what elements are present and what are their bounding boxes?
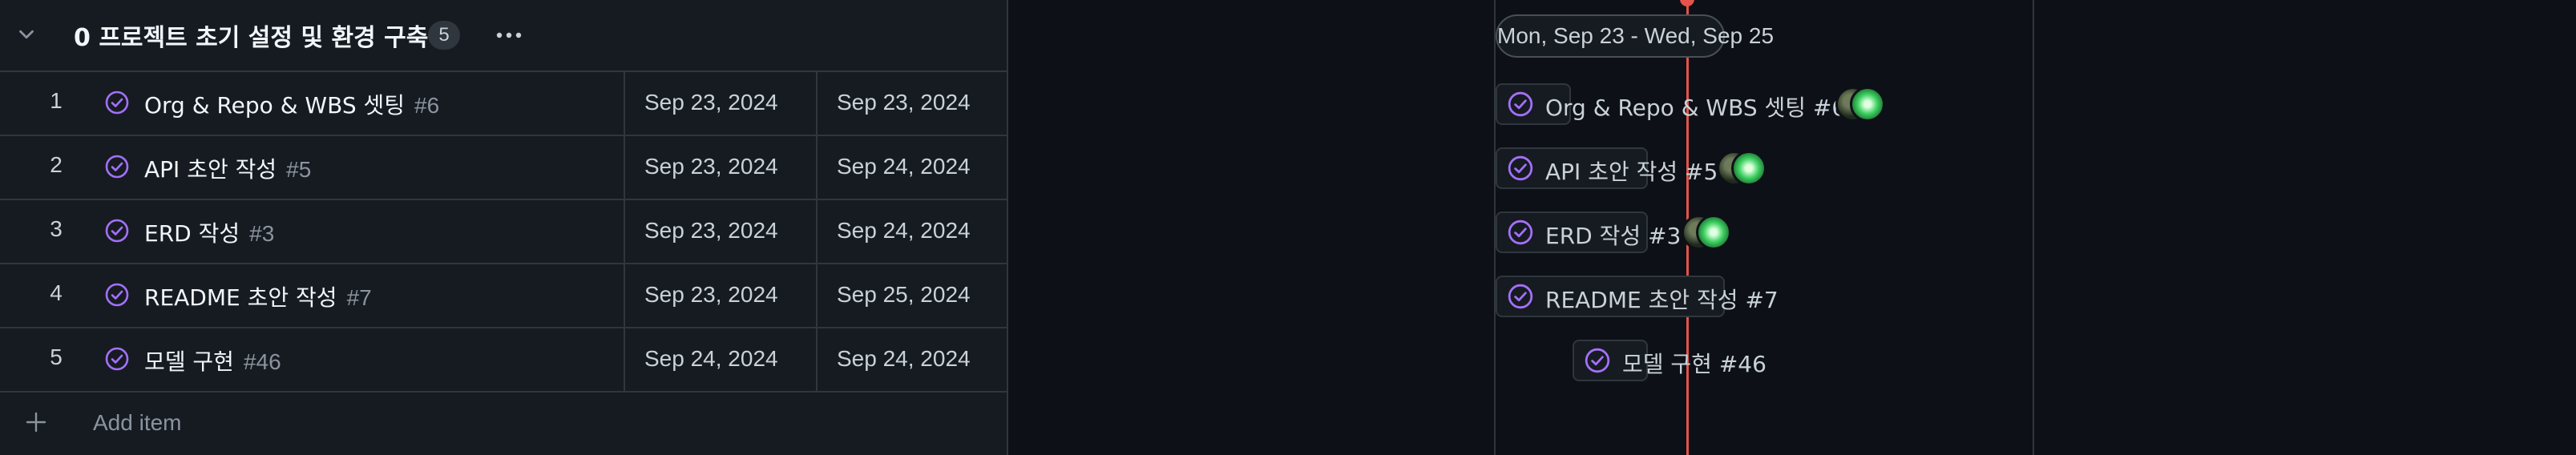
table-row[interactable]: 3 ERD 작성 #3 Sep 23, 2024 Sep 24, 2024 (0, 199, 1007, 264)
table-row[interactable]: 1 Org & Repo & WBS 셋팅 #6 Sep 23, 2024 Sep… (0, 70, 1007, 136)
check-circle-icon (105, 347, 129, 371)
check-circle-icon (105, 155, 129, 179)
row-number: 3 (50, 216, 63, 241)
today-marker-dot (1680, 0, 1694, 6)
end-date-cell[interactable]: Sep 24, 2024 (816, 327, 1007, 391)
item-title: ERD 작성 (144, 220, 240, 247)
date-range-pill: Mon, Sep 23 - Wed, Sep 25 (1496, 14, 1774, 58)
check-circle-icon (105, 283, 129, 307)
group-title: 0 프로젝트 초기 설정 및 환경 구축 (74, 24, 429, 52)
row-number: 5 (50, 344, 63, 369)
check-circle-icon (105, 91, 129, 115)
item-count-badge: 5 (428, 21, 460, 50)
row-number: 4 (50, 280, 63, 305)
item-title: 모델 구현 (144, 348, 234, 375)
avatar (1696, 215, 1731, 250)
timeline-bar-label[interactable]: API 초안 작성 #5 (1545, 155, 1718, 187)
item-title-link[interactable]: 모델 구현 #46 (144, 344, 281, 376)
item-title: API 초안 작성 (144, 156, 277, 183)
table-row[interactable]: 4 README 초안 작성 #7 Sep 23, 2024 Sep 25, 20… (0, 263, 1007, 328)
table-row[interactable]: 2 API 초안 작성 #5 Sep 23, 2024 Sep 24, 2024 (0, 135, 1007, 200)
issue-number: #5 (286, 157, 312, 182)
start-date-cell[interactable]: Sep 24, 2024 (624, 327, 816, 391)
end-date-cell[interactable]: Sep 24, 2024 (816, 135, 1007, 199)
add-item-label: Add item (93, 410, 182, 435)
check-circle-icon (1508, 219, 1533, 245)
start-date-cell[interactable]: Sep 23, 2024 (624, 70, 816, 135)
start-date-cell[interactable]: Sep 23, 2024 (624, 135, 816, 199)
row-number: 2 (50, 152, 63, 177)
item-title-link[interactable]: Org & Repo & WBS 셋팅 #6 (144, 88, 439, 120)
issue-number: #46 (243, 349, 281, 374)
group-header[interactable]: 0 프로젝트 초기 설정 및 환경 구축 5 (0, 0, 1007, 72)
check-circle-icon (1585, 348, 1610, 373)
table-row[interactable]: 5 모델 구현 #46 Sep 24, 2024 Sep 24, 2024 (0, 327, 1007, 393)
issue-number: #3 (249, 221, 275, 246)
check-circle-icon (1508, 284, 1533, 309)
more-options-button[interactable] (491, 21, 527, 50)
timeline-bar-label[interactable]: Org & Repo & WBS 셋팅 #6 (1545, 91, 1846, 123)
timeline-bar-label[interactable]: ERD 작성 #3 (1545, 219, 1681, 251)
end-date-cell[interactable]: Sep 23, 2024 (816, 70, 1007, 135)
item-title-link[interactable]: ERD 작성 #3 (144, 216, 274, 248)
kebab-icon (496, 32, 522, 38)
plus-icon (26, 412, 46, 433)
item-title-link[interactable]: API 초안 작성 #5 (144, 152, 311, 184)
item-title-link[interactable]: README 초안 작성 #7 (144, 280, 372, 312)
start-date-cell[interactable]: Sep 23, 2024 (624, 263, 816, 327)
issue-number: #6 (414, 93, 440, 118)
chevron-down-icon[interactable] (14, 22, 38, 46)
check-circle-icon (1508, 91, 1533, 117)
end-date-cell[interactable]: Sep 25, 2024 (816, 263, 1007, 327)
check-circle-icon (105, 219, 129, 243)
row-number: 1 (50, 88, 63, 113)
end-date-cell[interactable]: Sep 24, 2024 (816, 199, 1007, 263)
avatar (1731, 151, 1766, 186)
timeline-bar-label[interactable]: README 초안 작성 #7 (1545, 283, 1779, 315)
item-title: Org & Repo & WBS 셋팅 (144, 92, 406, 119)
issue-number: #7 (346, 285, 372, 310)
timeline-gridline (2033, 0, 2034, 455)
check-circle-icon (1508, 155, 1533, 181)
item-title: README 초안 작성 (144, 284, 337, 311)
avatar (1850, 87, 1885, 122)
start-date-cell[interactable]: Sep 23, 2024 (624, 199, 816, 263)
add-item-button[interactable]: Add item (0, 391, 1007, 455)
timeline-bar-label[interactable]: 모델 구현 #46 (1622, 347, 1766, 379)
table-pane: 0 프로젝트 초기 설정 및 환경 구축 5 1 Org & Repo & WB… (0, 0, 1008, 455)
